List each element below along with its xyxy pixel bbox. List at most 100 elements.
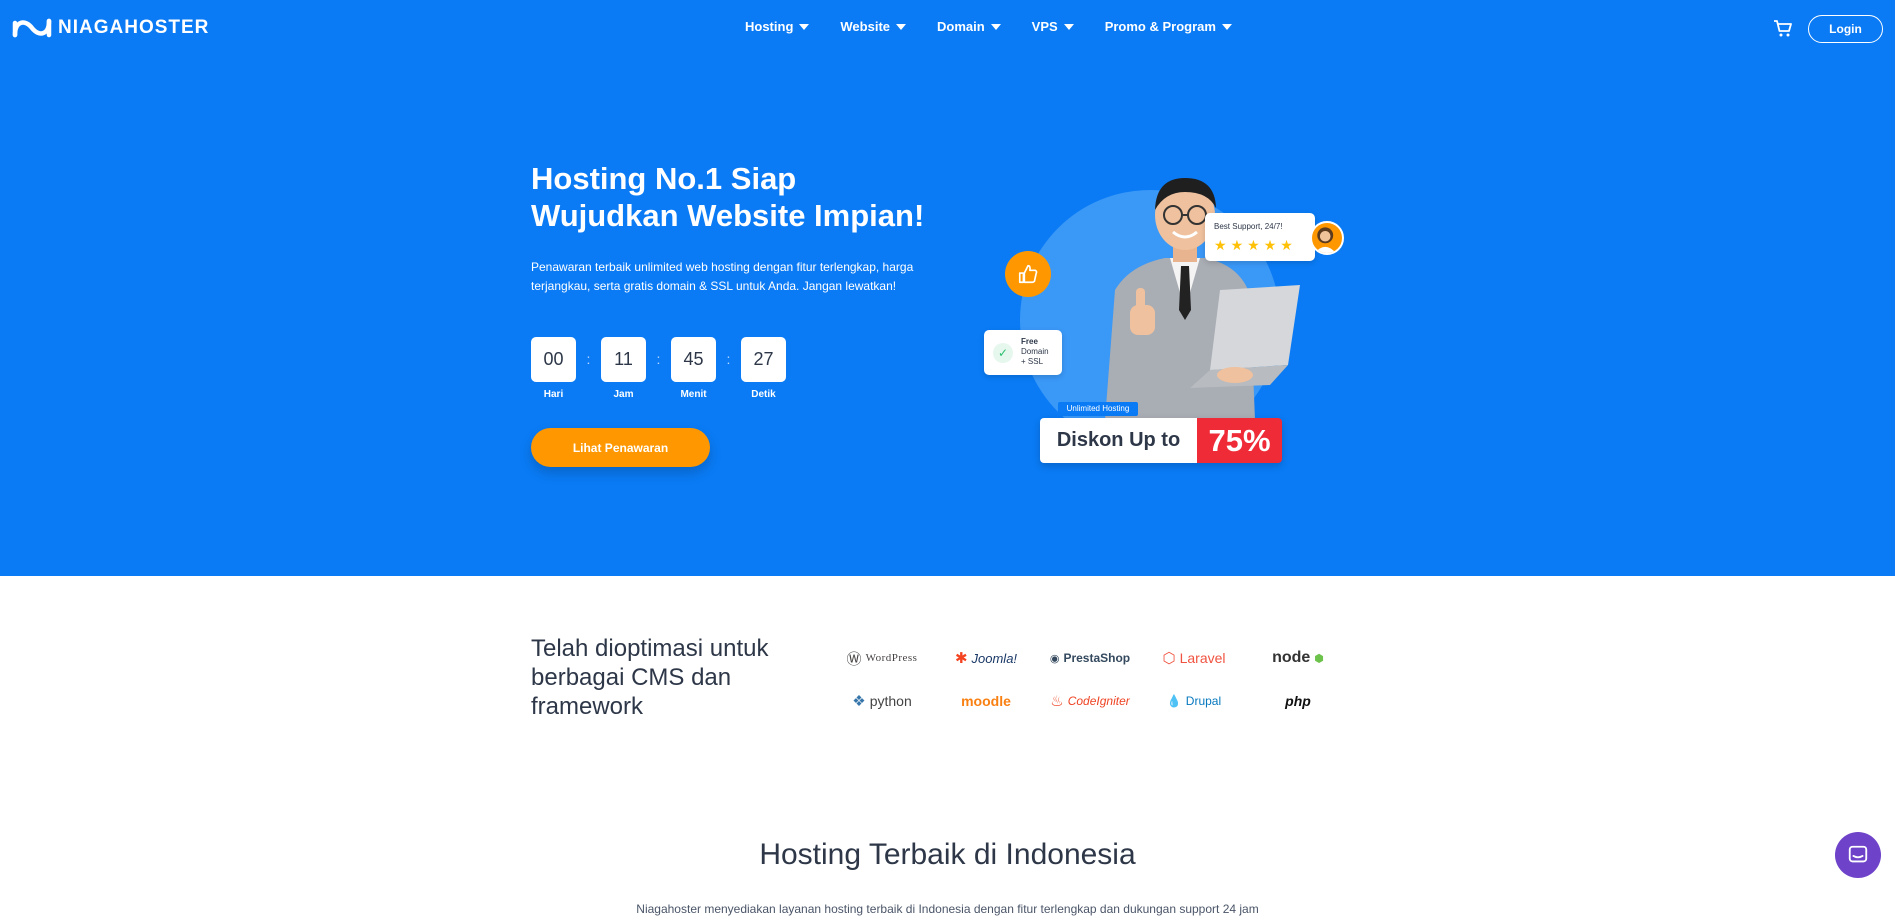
python-logo: ❖ python (830, 692, 934, 710)
lihat-penawaran-button[interactable]: Lihat Penawaran (531, 428, 710, 467)
moodle-logo: moodle (934, 693, 1038, 709)
countdown-separator: : (586, 351, 591, 367)
review-card: Best Support, 24/7! ★ ★ ★ ★ ★ (1205, 213, 1315, 261)
check-icon: ✓ (993, 343, 1013, 363)
nav-promo[interactable]: Promo & Program (1105, 19, 1232, 34)
nav-vps[interactable]: VPS (1032, 19, 1074, 34)
countdown-days: 00 Hari (531, 337, 576, 400)
navbar: NIAGAHOSTER Hosting Website Domain VPS P… (0, 0, 1895, 56)
star-icon: ★ (1263, 237, 1277, 253)
cms-logos: Ⓦ WordPress ✱ Joomla! ◉ PrestaShop ⬡ Lar… (830, 638, 1350, 721)
cms-logo-row: ❖ python moodle ♨ CodeIgniter 💧 Drupal p… (830, 681, 1350, 721)
laravel-logo: ⬡ Laravel (1142, 649, 1246, 667)
drupal-drop-icon: 💧 (1166, 694, 1182, 708)
caret-down-icon (1221, 23, 1232, 30)
nav-website[interactable]: Website (840, 19, 906, 34)
countdown-days-value: 00 (531, 337, 576, 382)
chat-icon (1848, 845, 1868, 863)
countdown-separator: : (726, 351, 731, 367)
section-description: Niagahoster menyediakan layanan hosting … (636, 902, 1259, 916)
nav-vps-label: VPS (1031, 19, 1058, 34)
discount-banner: Diskon Up to 75% (1040, 418, 1282, 463)
free-text-line: Free (1021, 337, 1038, 346)
hero-title: Hosting No.1 Siap Wujudkan Website Impia… (531, 161, 925, 233)
hero-illustration: Best Support, 24/7! ★ ★ ★ ★ ★ ✓ Free Dom… (980, 170, 1360, 470)
drupal-text: Drupal (1185, 694, 1222, 708)
joomla-text: Joomla! (971, 650, 1018, 666)
countdown-seconds: 27 Detik (741, 337, 786, 400)
prestashop-icon: ◉ (1049, 652, 1060, 665)
codeigniter-text: CodeIgniter (1067, 694, 1130, 708)
codeigniter-flame-icon: ♨ (1050, 693, 1064, 710)
caret-down-icon (990, 23, 1001, 30)
countdown-hours: 11 Jam (601, 337, 646, 400)
hero-section: NIAGAHOSTER Hosting Website Domain VPS P… (0, 0, 1895, 576)
discount-value: 75% (1197, 418, 1282, 463)
python-icon: ❖ (852, 693, 866, 710)
nav-hosting[interactable]: Hosting (745, 19, 810, 34)
nodejs-logo: node ⬢ (1246, 649, 1350, 667)
countdown-hours-value: 11 (601, 337, 646, 382)
smiling-man-with-laptop-image (1105, 178, 1300, 420)
php-text: php (1285, 693, 1311, 709)
countdown-hours-label: Jam (613, 389, 634, 400)
free-domain-ssl-text: Free Domain + SSL (1021, 337, 1049, 367)
nodejs-hexagon-icon: ⬢ (1314, 652, 1324, 665)
joomla-icon: ✱ (954, 650, 968, 667)
main-menu: Hosting Website Domain VPS Promo & Progr… (745, 19, 1263, 34)
php-logo: php (1246, 693, 1350, 709)
star-icon: ★ (1214, 237, 1227, 253)
python-text: python (869, 693, 912, 709)
moodle-text: moodle (961, 693, 1011, 709)
countdown-days-label: Hari (543, 389, 564, 400)
prestashop-logo: ◉ PrestaShop (1038, 651, 1142, 665)
countdown-seconds-value: 27 (741, 337, 786, 382)
thumbs-up-icon (1005, 251, 1051, 297)
countdown-minutes-label: Menit (680, 389, 707, 400)
countdown-timer: 00 Hari : 11 Jam : 45 Menit : 27 Detik (531, 337, 786, 400)
wordpress-icon: Ⓦ (846, 650, 862, 668)
laravel-text: Laravel (1179, 650, 1226, 666)
support-avatar (1310, 221, 1344, 255)
wordpress-logo: Ⓦ WordPress (830, 648, 934, 669)
laravel-icon: ⬡ (1162, 650, 1176, 667)
section-title: Hosting Terbaik di Indonesia (759, 838, 1136, 871)
free-domain-ssl-card: ✓ Free Domain + SSL (984, 330, 1062, 375)
login-button[interactable]: Login (1808, 15, 1883, 43)
caret-down-icon (896, 23, 906, 30)
brand-logo[interactable]: NIAGAHOSTER (12, 15, 209, 41)
free-text-line: + SSL (1021, 357, 1044, 366)
nav-hosting-label: Hosting (745, 19, 794, 34)
rating-stars: ★ ★ ★ ★ ★ (1214, 238, 1293, 252)
codeigniter-logo: ♨ CodeIgniter (1038, 692, 1142, 710)
review-text: Best Support, 24/7! (1214, 222, 1283, 231)
free-text-line: Domain (1021, 347, 1049, 356)
countdown-minutes-value: 45 (671, 337, 716, 382)
nav-website-label: Website (840, 19, 890, 34)
nav-promo-label: Promo & Program (1104, 19, 1216, 34)
wordpress-text: WordPress (865, 652, 918, 664)
unlimited-hosting-tag: Unlimited Hosting (1058, 402, 1138, 416)
countdown-seconds-label: Detik (751, 389, 776, 400)
countdown-minutes: 45 Menit (671, 337, 716, 400)
cart-icon[interactable] (1772, 17, 1794, 39)
drupal-logo: 💧 Drupal (1142, 694, 1246, 708)
discount-label: Diskon Up to (1040, 418, 1197, 463)
cms-logo-row: Ⓦ WordPress ✱ Joomla! ◉ PrestaShop ⬡ Lar… (830, 638, 1350, 678)
caret-down-icon (799, 23, 810, 30)
star-icon: ★ (1247, 237, 1260, 253)
prestashop-text: PrestaShop (1063, 651, 1131, 665)
niagahoster-logo-icon (12, 18, 52, 38)
hero-description: Penawaran terbaik unlimited web hosting … (531, 260, 914, 293)
live-chat-button[interactable] (1835, 832, 1881, 878)
nav-domain[interactable]: Domain (937, 19, 1001, 34)
cms-section-title: Telah dioptimasi untuk berbagai CMS dan … (531, 635, 769, 720)
joomla-logo: ✱ Joomla! (934, 649, 1038, 667)
caret-down-icon (1063, 23, 1074, 30)
nodejs-text: node (1272, 649, 1311, 666)
countdown-separator: : (656, 351, 661, 367)
star-icon: ★ (1280, 237, 1293, 253)
nav-domain-label: Domain (937, 19, 985, 34)
brand-name: NIAGAHOSTER (58, 17, 210, 38)
star-icon: ★ (1230, 237, 1244, 253)
